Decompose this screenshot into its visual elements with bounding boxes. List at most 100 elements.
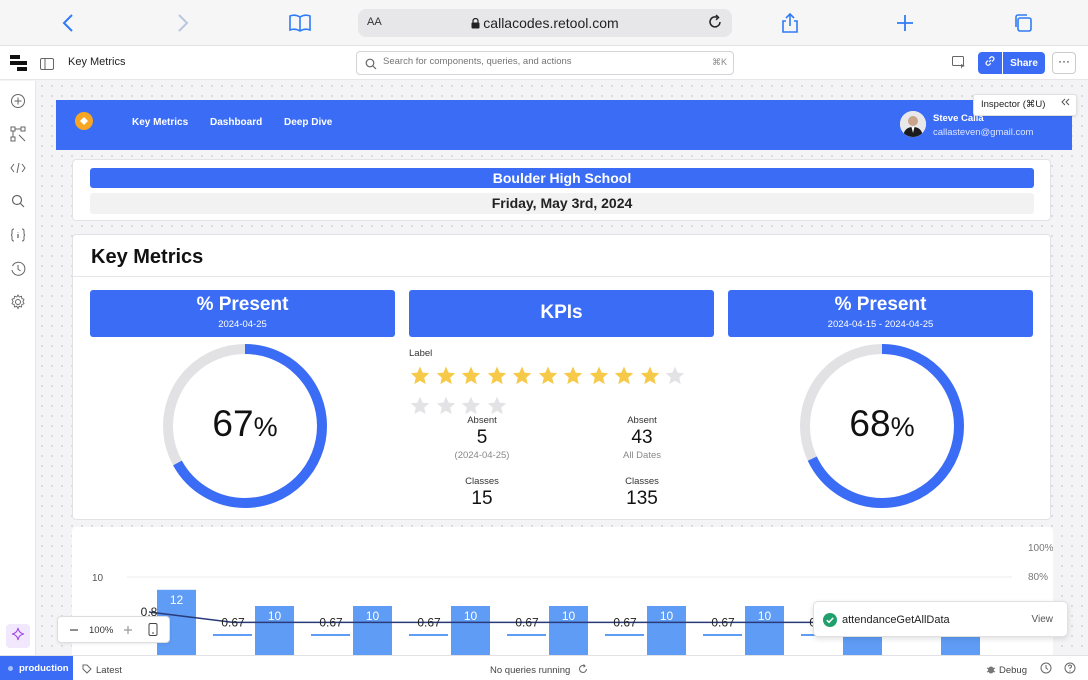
success-icon bbox=[823, 613, 837, 632]
share-sheet-icon[interactable] bbox=[777, 10, 803, 36]
star-filled-icon[interactable] bbox=[486, 365, 508, 391]
star-filled-icon[interactable] bbox=[435, 365, 457, 391]
star-filled-icon[interactable] bbox=[409, 365, 431, 391]
stat-sub: (2024-04-25) bbox=[454, 450, 510, 461]
reload-icon[interactable] bbox=[706, 13, 724, 36]
star-filled-icon[interactable] bbox=[460, 365, 482, 391]
debug-button[interactable]: Debug bbox=[986, 664, 1027, 677]
gauge-unit: % bbox=[890, 412, 915, 442]
star-filled-icon[interactable] bbox=[588, 365, 610, 391]
status-bar: production Latest No queries running Deb… bbox=[0, 655, 1088, 680]
toast-view-link[interactable]: View bbox=[1032, 614, 1054, 625]
tabs-icon[interactable] bbox=[1010, 10, 1036, 36]
query-toast: attendanceGetAllData View bbox=[813, 601, 1068, 637]
star-filled-icon[interactable] bbox=[537, 365, 559, 391]
stat-value: 15 bbox=[471, 488, 493, 509]
history-icon[interactable] bbox=[9, 260, 27, 278]
ai-assist-button[interactable] bbox=[6, 624, 30, 648]
gauge-value: 68 bbox=[849, 403, 891, 444]
line-data-label: 0.67 bbox=[613, 615, 637, 629]
nav-dashboard[interactable]: Dashboard bbox=[210, 117, 262, 128]
help-icon[interactable] bbox=[1064, 662, 1076, 677]
device-icon[interactable] bbox=[148, 623, 158, 641]
current-date: Friday, May 3rd, 2024 bbox=[90, 193, 1034, 214]
new-tab-icon[interactable] bbox=[892, 10, 918, 36]
back-icon[interactable] bbox=[55, 10, 81, 36]
link-icon bbox=[984, 54, 996, 72]
line-data-label: 0.67 bbox=[417, 615, 441, 629]
environment-badge[interactable]: production bbox=[0, 656, 73, 680]
preview-icon[interactable] bbox=[952, 56, 966, 74]
chart-bar-stub bbox=[703, 634, 742, 636]
bookmarks-icon[interactable] bbox=[287, 10, 313, 36]
forward-icon[interactable] bbox=[170, 10, 196, 36]
nav-key-metrics[interactable]: Key Metrics bbox=[132, 117, 188, 128]
stat-value: 135 bbox=[626, 488, 658, 509]
search-rail-icon[interactable] bbox=[9, 192, 27, 210]
toast-message: attendanceGetAllData bbox=[842, 614, 950, 626]
classes-all-stat: Classes 135 bbox=[587, 476, 697, 510]
zoom-out-icon[interactable] bbox=[69, 623, 79, 641]
line-data-label: 0.67 bbox=[221, 615, 245, 629]
left-rail bbox=[0, 81, 36, 655]
star-empty-icon[interactable] bbox=[664, 365, 686, 391]
copy-link-button[interactable] bbox=[978, 52, 1002, 74]
editor-canvas: Key Metrics Dashboard Deep Dive Steve Ca… bbox=[37, 81, 1088, 655]
more-options-button[interactable]: ··· bbox=[1052, 52, 1076, 74]
settings-icon[interactable] bbox=[9, 293, 27, 311]
star-filled-icon[interactable] bbox=[639, 365, 661, 391]
browser-toolbar: AA callacodes.retool.com bbox=[0, 0, 1088, 46]
gauge-unit: % bbox=[253, 412, 278, 442]
bar-data-label: 10 bbox=[366, 609, 380, 623]
stat-sub: All Dates bbox=[622, 450, 661, 461]
zoom-in-icon[interactable] bbox=[123, 623, 133, 641]
queries-status: No queries running bbox=[490, 664, 588, 677]
version-selector[interactable]: Latest bbox=[82, 664, 122, 677]
rating-label: Label bbox=[409, 348, 433, 359]
stat-label: Classes bbox=[465, 476, 499, 487]
chart-bar-stub bbox=[605, 634, 644, 636]
bar-data-label: 10 bbox=[464, 609, 478, 623]
retool-logo-icon[interactable] bbox=[10, 55, 28, 76]
panel-subtitle: 2024-04-25 bbox=[218, 319, 267, 330]
chart-bar-stub bbox=[409, 634, 448, 636]
chart-bar-stub bbox=[213, 634, 252, 636]
url-bar[interactable]: AA callacodes.retool.com bbox=[358, 9, 732, 37]
bug-icon bbox=[986, 664, 996, 677]
chart-bar-stub bbox=[507, 634, 546, 636]
present-day-header: % Present 2024-04-25 bbox=[90, 290, 395, 337]
y-tick-label: 10 bbox=[92, 573, 104, 584]
url-text: callacodes.retool.com bbox=[483, 15, 619, 31]
debug-label: Debug bbox=[999, 665, 1027, 676]
page-name[interactable]: Key Metrics bbox=[68, 56, 125, 68]
panel-title: % Present bbox=[196, 294, 289, 315]
search-shortcut: ⌘K bbox=[711, 57, 727, 67]
history-status-icon[interactable] bbox=[1040, 662, 1052, 677]
star-filled-icon[interactable] bbox=[613, 365, 635, 391]
component-search[interactable]: ⌘K bbox=[356, 51, 734, 75]
school-name: Boulder High School bbox=[90, 168, 1034, 188]
user-email: callasteven@gmail.com bbox=[933, 127, 1034, 138]
search-input[interactable] bbox=[383, 56, 683, 67]
search-icon bbox=[365, 57, 377, 75]
stat-label: Absent bbox=[627, 415, 657, 426]
star-filled-icon[interactable] bbox=[562, 365, 584, 391]
nav-deep-dive[interactable]: Deep Dive bbox=[284, 117, 332, 128]
state-icon[interactable] bbox=[9, 226, 27, 244]
sidebar-toggle-icon[interactable] bbox=[40, 57, 54, 75]
add-component-icon[interactable] bbox=[9, 92, 27, 110]
absent-day-stat: Absent 5 (2024-04-25) bbox=[427, 415, 537, 461]
inspector-toggle[interactable]: Inspector (⌘U) bbox=[973, 94, 1077, 116]
refresh-icon bbox=[578, 664, 588, 677]
app-logo-icon[interactable] bbox=[75, 112, 93, 130]
component-tree-icon[interactable] bbox=[9, 125, 27, 143]
avatar[interactable] bbox=[900, 111, 926, 137]
share-button[interactable]: Share bbox=[1003, 52, 1045, 74]
tag-icon bbox=[82, 664, 92, 677]
panel-title: KPIs bbox=[540, 302, 583, 323]
bar-data-label: 10 bbox=[268, 609, 282, 623]
zoom-control: 100% bbox=[57, 616, 170, 643]
gauge-value: 67 bbox=[212, 403, 254, 444]
code-icon[interactable] bbox=[9, 159, 27, 177]
star-filled-icon[interactable] bbox=[511, 365, 533, 391]
